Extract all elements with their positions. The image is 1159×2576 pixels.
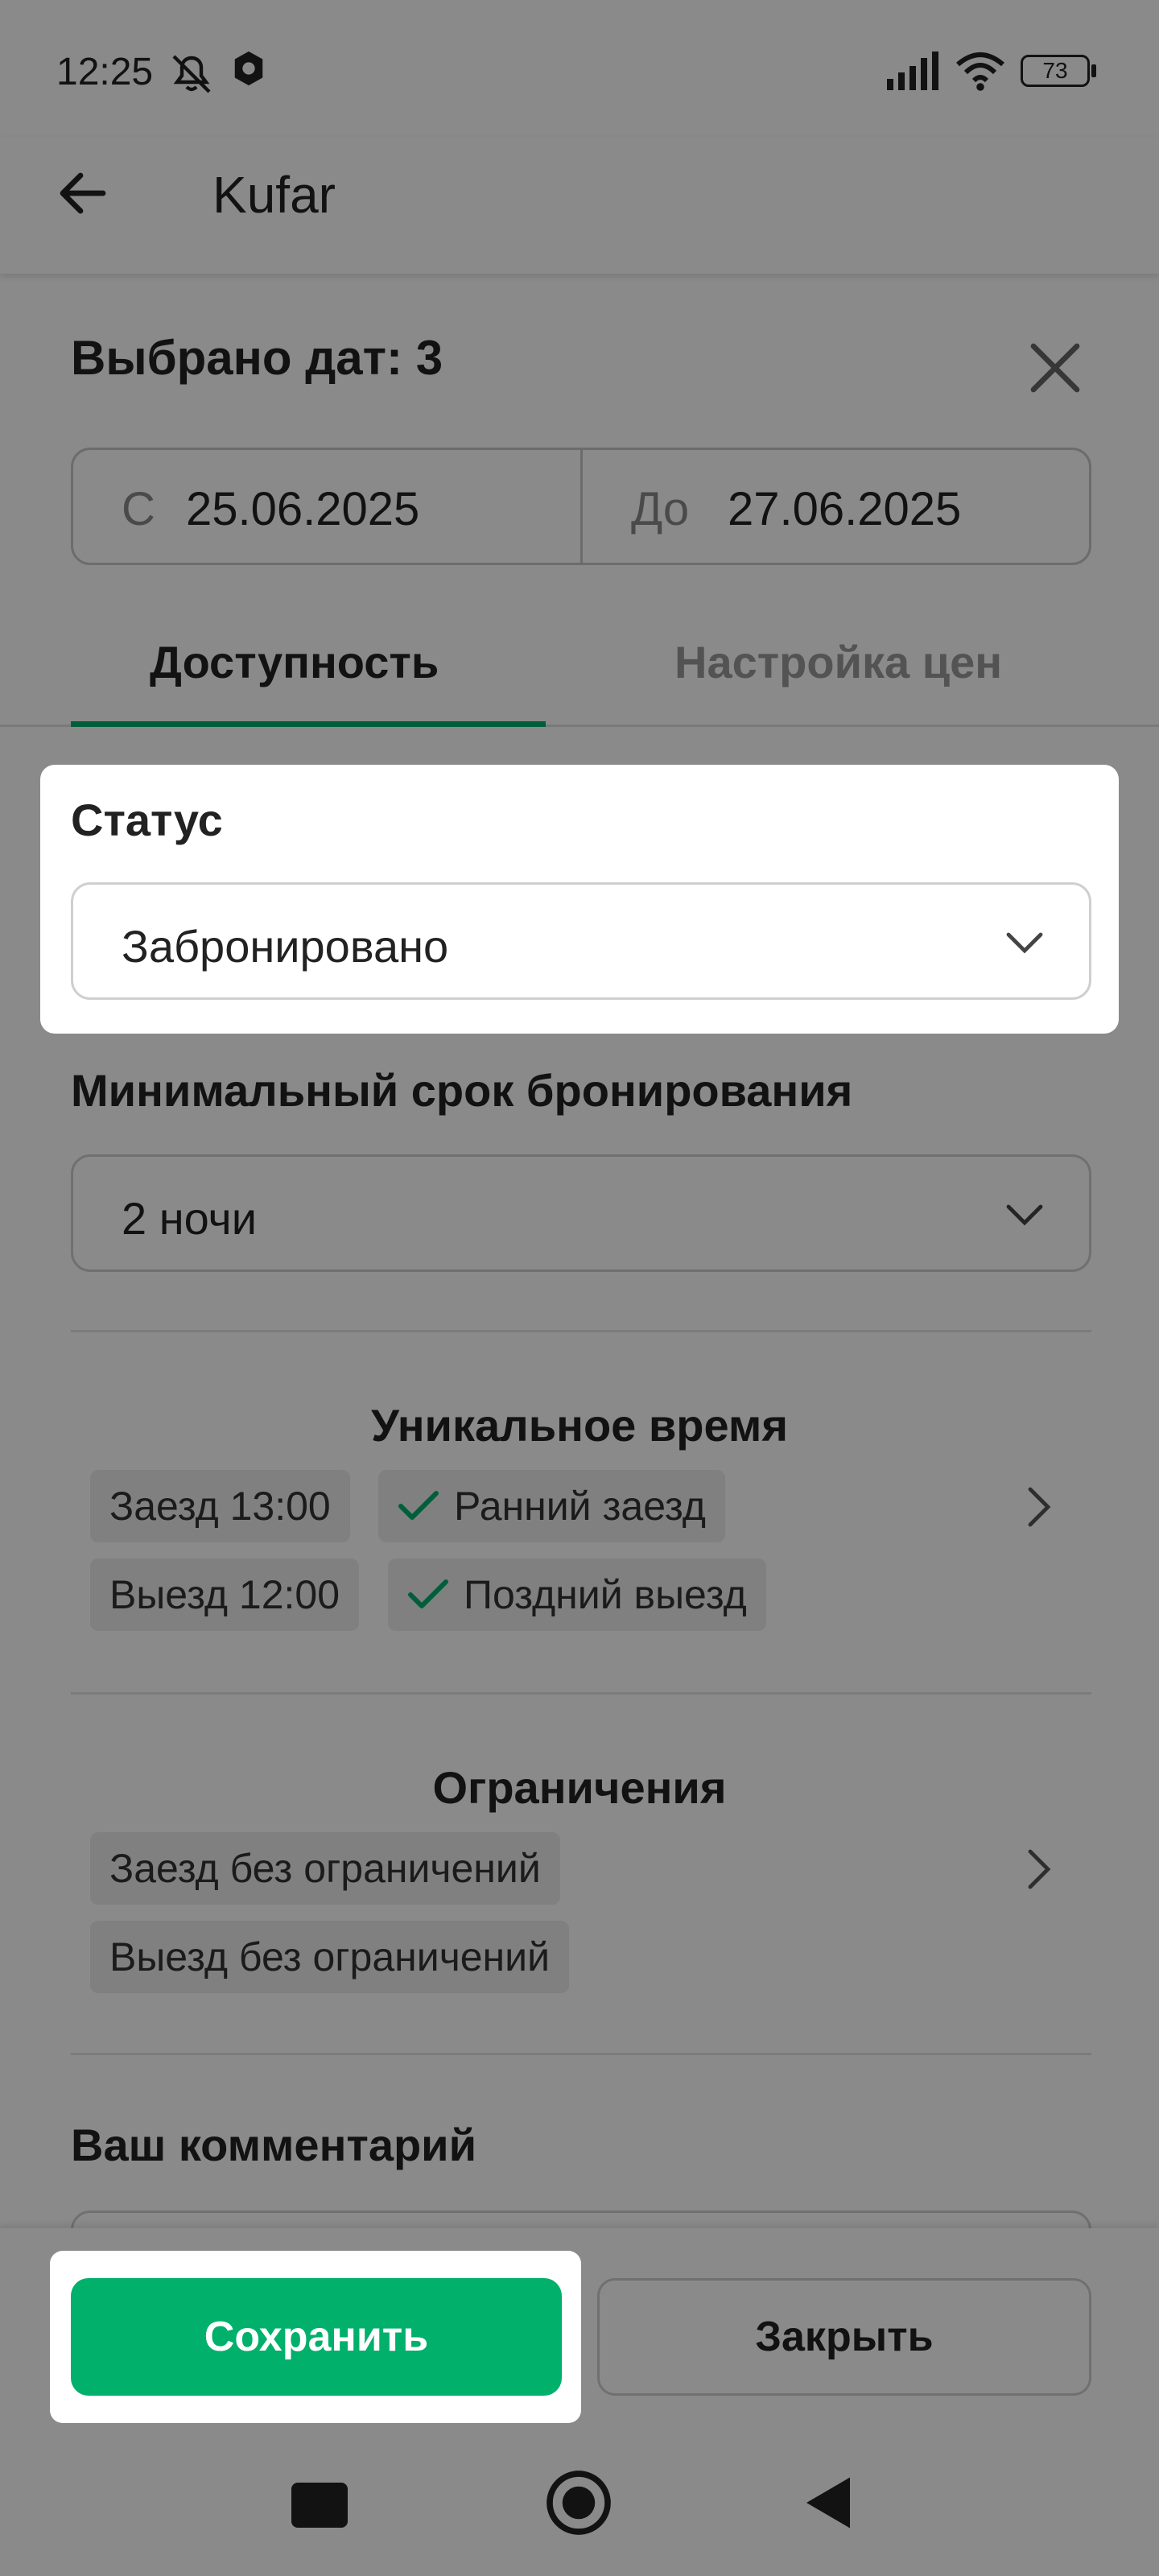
check-in-restriction-chip: Заезд без ограничений (90, 1832, 560, 1905)
status-label: Статус (71, 795, 223, 845)
app-bar (0, 137, 1159, 274)
early-check-in-chip: Ранний заезд (378, 1470, 725, 1542)
date-to-prefix: До (631, 483, 690, 535)
signal-icon (887, 52, 938, 90)
check-out-time-chip: Выезд 12:00 (90, 1558, 360, 1631)
chevron-down-icon (1006, 932, 1043, 954)
date-from-prefix: С (122, 483, 155, 535)
comment-label: Ваш комментарий (71, 2120, 477, 2170)
check-icon (398, 1491, 439, 1520)
sheet-title: Выбрано дат: 3 (71, 331, 443, 385)
min-stay-value: 2 ночи (122, 1193, 257, 1244)
page: 12:25 73 Kufar Выбрано дат: 3 С 25.06.20… (0, 0, 1159, 2576)
close-icon[interactable] (1019, 332, 1091, 404)
chip-label: Выезд без ограничений (109, 1934, 551, 1979)
chip-label: Заезд без ограничений (109, 1846, 541, 1891)
chevron-right-icon[interactable] (1014, 1483, 1062, 1531)
divider (71, 1330, 1091, 1332)
status-value: Забронировано (122, 921, 449, 972)
save-button[interactable]: Сохранить (71, 2278, 562, 2396)
chevron-right-icon[interactable] (1014, 1845, 1062, 1893)
chevron-down-icon (1006, 1204, 1043, 1226)
chip-label: Ранний заезд (454, 1484, 706, 1529)
status-select[interactable]: Забронировано (71, 882, 1091, 1000)
arrow-left-icon[interactable] (52, 161, 116, 225)
recents-icon[interactable] (291, 2483, 348, 2528)
vpn-shield-icon (234, 51, 263, 86)
chip-label: Выезд 12:00 (109, 1572, 340, 1617)
check-in-time-chip: Заезд 13:00 (90, 1470, 350, 1542)
tab-availability[interactable]: Доступность (150, 636, 439, 688)
unique-time-title: Уникальное время (371, 1400, 788, 1451)
chip-label: Заезд 13:00 (109, 1484, 331, 1529)
check-out-restriction-chip: Выезд без ограничений (90, 1921, 570, 1993)
status-time: 12:25 (56, 51, 154, 93)
dim-overlay (0, 0, 1159, 2576)
close-button[interactable]: Закрыть (597, 2278, 1091, 2396)
min-stay-select[interactable]: 2 ночи (71, 1154, 1091, 1272)
min-stay-label: Минимальный срок бронирования (71, 1065, 853, 1116)
battery-icon: 73 (1021, 55, 1090, 87)
date-to-field[interactable]: До 27.06.2025 (580, 448, 1091, 565)
date-from-field[interactable]: С 25.06.2025 (71, 448, 583, 565)
tab-active-indicator (71, 721, 546, 727)
tab-price-settings[interactable]: Настройка цен (674, 636, 1002, 688)
battery-level: 73 (1042, 58, 1068, 83)
date-to-value: 27.06.2025 (728, 483, 962, 535)
restrictions-title: Ограничения (432, 1762, 727, 1813)
battery-tip (1091, 64, 1096, 77)
back-nav-icon[interactable] (792, 2467, 864, 2539)
bell-off-icon (172, 55, 211, 93)
divider (71, 2053, 1091, 2055)
app-title: Kufar (212, 166, 336, 224)
home-icon[interactable] (542, 2467, 615, 2539)
check-icon (408, 1579, 448, 1608)
status-card: Статус Забронировано (40, 765, 1119, 1034)
divider (71, 1692, 1091, 1695)
wifi-icon (956, 52, 1004, 91)
late-check-out-chip: Поздний выезд (388, 1558, 766, 1631)
date-from-value: 25.06.2025 (186, 483, 420, 535)
chip-label: Поздний выезд (464, 1572, 747, 1617)
